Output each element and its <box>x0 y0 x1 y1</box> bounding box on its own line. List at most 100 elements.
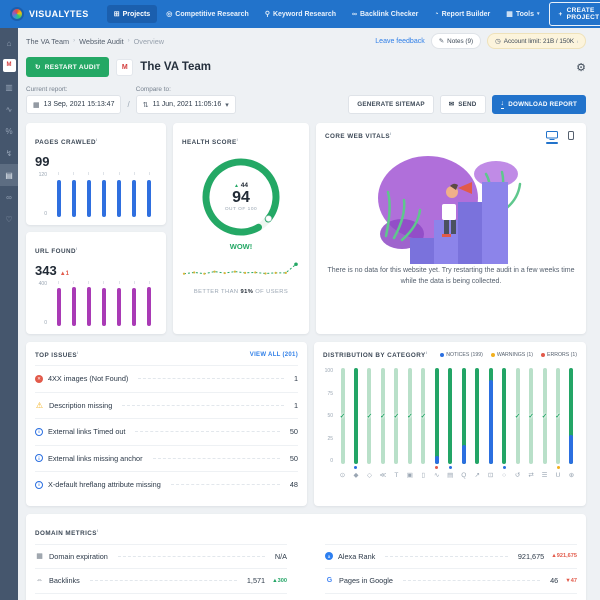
bar <box>132 172 136 217</box>
bar <box>132 281 136 326</box>
metric-row: ⊕Referring domains190▲26 <box>35 593 287 600</box>
pages-crawled-yaxis: 1200 <box>35 172 48 217</box>
account-limit-badge[interactable]: ◷ Account limit: 21B / 150Ki <box>487 33 586 49</box>
generate-sitemap-button[interactable]: GENERATE SITEMAP <box>348 95 433 114</box>
sidebar-item-analytics[interactable]: ∿ <box>0 98 18 120</box>
warning-icon: ⚠ <box>35 401 44 409</box>
restart-audit-button[interactable]: ↻ RESTART AUDIT <box>26 57 109 77</box>
issue-row[interactable]: iExternal links Timed out50 <box>35 418 298 445</box>
leave-feedback-link[interactable]: Leave feedback <box>375 38 424 45</box>
desktop-icon <box>546 131 558 140</box>
category-icon: ▯ <box>422 471 426 480</box>
dist-column[interactable]: ✓⇄ <box>526 368 537 480</box>
create-project-button[interactable]: + CREATE PROJECT <box>549 2 600 26</box>
nav-item-backlink-checker[interactable]: ∞Backlink Checker <box>345 5 425 23</box>
send-button[interactable]: ✉ SEND <box>440 95 486 114</box>
nav-item-competitive-research[interactable]: ◎Competitive Research <box>159 5 256 23</box>
breadcrumb-separator: › <box>128 38 130 44</box>
sidebar-item-rankings[interactable]: ▥ <box>0 76 18 98</box>
download-report-button[interactable]: ↓ DOWNLOAD REPORT <box>492 95 586 114</box>
current-report-date[interactable]: ▦ 13 Sep, 2021 15:13:47 <box>26 95 121 114</box>
nav-item-projects[interactable]: ⊞Projects <box>107 5 158 23</box>
dist-column[interactable]: ✓↺ <box>512 368 523 480</box>
dist-column[interactable]: ▤ <box>445 368 456 480</box>
sidebar: ⌂M▥∿%↯▤∞♡ <box>0 28 18 600</box>
breadcrumb: The VA Team›Website Audit›Overview <box>26 37 164 46</box>
sidebar-item-home[interactable]: ⌂ <box>0 32 18 54</box>
issue-row[interactable]: iExternal links missing anchor50 <box>35 445 298 472</box>
domain-metrics-right: aAlexa Rank921,675▲921,675GPages in Goog… <box>325 544 577 600</box>
nav-item-keyword-research[interactable]: ⚲Keyword Research <box>258 5 343 23</box>
mobile-toggle[interactable] <box>565 131 577 144</box>
dist-column[interactable]: ✓◇ <box>364 368 375 480</box>
info-mark[interactable]: i <box>96 137 98 142</box>
dist-column[interactable]: ↗ <box>472 368 483 480</box>
desktop-toggle[interactable] <box>546 131 558 144</box>
issue-count: 50 <box>290 454 298 463</box>
metric-label: Domain expiration <box>49 552 108 561</box>
view-all-link[interactable]: VIEW ALL (201) <box>250 352 298 358</box>
dist-column[interactable]: ✓T <box>391 368 402 480</box>
breadcrumb-item[interactable]: Website Audit <box>79 37 123 46</box>
info-mark[interactable]: i <box>426 350 428 355</box>
info-mark[interactable]: i <box>76 246 78 251</box>
category-icon: ▤ <box>447 471 453 480</box>
info-mark[interactable]: i <box>97 528 99 533</box>
sidebar-item-links[interactable]: ∞ <box>0 186 18 208</box>
page-title: The VA Team <box>140 61 211 73</box>
bar <box>72 281 76 326</box>
alexa-icon: a <box>325 552 333 560</box>
dist-column[interactable]: ✓☰ <box>539 368 550 480</box>
sidebar-item-social[interactable]: ♡ <box>0 208 18 230</box>
dist-yaxis: 1007550250 <box>323 368 337 464</box>
compare-date-select[interactable]: ⇅ 11 Jun, 2021 11:05:16 ▾ <box>136 95 236 114</box>
health-score-card: HEALTH SCOREi ▲ 44 94 OUT OF 100 <box>173 123 309 334</box>
notice-icon: i <box>35 428 43 436</box>
issue-label: External links Timed out <box>48 427 125 436</box>
metric-delta: ▲921,675 <box>551 553 577 559</box>
dist-column[interactable]: ✓U <box>553 368 564 480</box>
issue-row[interactable]: ⚠Description missing1 <box>35 392 298 419</box>
dist-column[interactable]: ✓▯ <box>418 368 429 480</box>
issue-row[interactable]: ✕4XX images (Not Found)1 <box>35 365 298 392</box>
sidebar-item-audit[interactable]: ▤ <box>0 164 18 186</box>
category-icon: ⊙ <box>340 471 345 480</box>
dist-column[interactable]: ✓≪ <box>377 368 388 480</box>
bar <box>102 281 106 326</box>
dist-column[interactable]: ✓⊙ <box>337 368 348 480</box>
settings-gear-icon[interactable]: ⚙ <box>576 61 586 74</box>
sidebar-item-percent[interactable]: % <box>0 120 18 142</box>
dist-column[interactable]: ⊕ <box>566 368 577 480</box>
mobile-icon <box>568 131 574 140</box>
url-found-yaxis: 4000 <box>35 281 48 326</box>
issue-count: 48 <box>290 480 298 489</box>
sidebar-item-project[interactable]: M <box>0 54 18 76</box>
brand[interactable]: VISUALYTES <box>10 7 89 21</box>
url-found-card: URL FOUNDi 343▲1 4000 <box>26 232 166 334</box>
issue-row[interactable]: iX-default hreflang attribute missing48 <box>35 471 298 498</box>
google-icon: G <box>325 577 334 584</box>
envelope-icon: ✉ <box>449 101 454 108</box>
leader-line <box>403 580 540 581</box>
category-icon: ≪ <box>380 471 387 480</box>
nav-item-report-builder[interactable]: ◔Report Builder <box>427 5 497 23</box>
dist-column[interactable]: ∿ <box>431 368 442 480</box>
notes-button[interactable]: ✎ Notes (9) <box>431 33 481 49</box>
info-mark[interactable]: i <box>237 137 239 142</box>
dist-column[interactable]: ✓▣ <box>404 368 415 480</box>
calendar-icon: ▦ <box>33 101 40 109</box>
dist-column[interactable]: ◆ <box>350 368 361 480</box>
breadcrumb-separator: › <box>73 38 75 44</box>
dist-columns: ✓⊙◆✓◇✓≪✓T✓▣✓▯∿ ▤ Q↗ ⊡ ○✓↺✓⇄✓☰✓U⊕ <box>337 368 577 480</box>
dist-column[interactable]: ○ <box>499 368 510 480</box>
breadcrumb-item[interactable]: The VA Team <box>26 37 69 46</box>
nav-icon: ∞ <box>352 11 357 18</box>
dist-column[interactable]: Q <box>458 368 469 480</box>
nav-item-tools[interactable]: ▦Tools▾ <box>499 5 546 23</box>
sidebar-item-boost[interactable]: ↯ <box>0 142 18 164</box>
info-mark[interactable]: i <box>390 131 392 136</box>
dist-column[interactable]: ⊡ <box>485 368 496 480</box>
info-mark[interactable]: i <box>77 350 79 355</box>
category-icon: ⊡ <box>488 471 493 480</box>
issue-count: 1 <box>294 401 298 410</box>
